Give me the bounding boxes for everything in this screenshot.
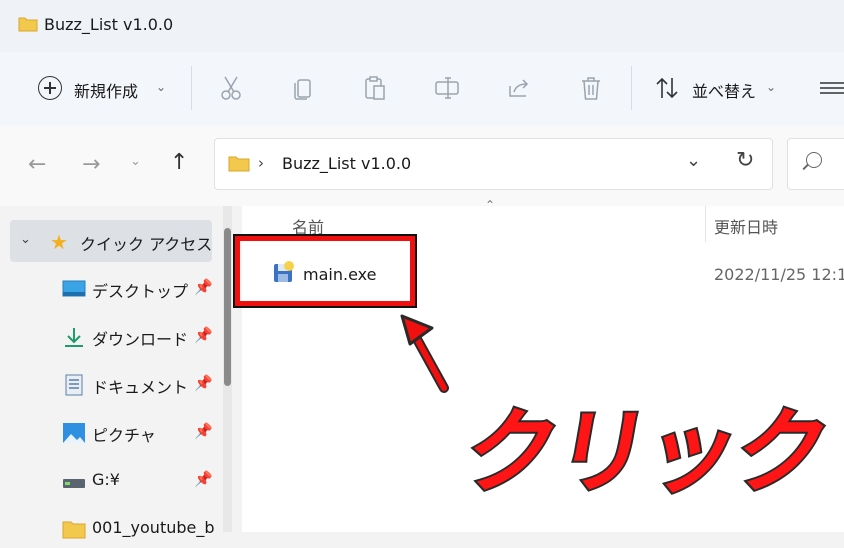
pin-icon[interactable]: 📌 — [194, 470, 213, 488]
sidebar-item-label: デスクトップ — [92, 282, 189, 301]
download-icon — [65, 328, 83, 347]
toolbar-divider — [191, 66, 192, 110]
rename-icon[interactable] — [434, 74, 460, 102]
new-button-label: 新規作成 — [74, 82, 139, 101]
address-path[interactable]: Buzz_List v1.0.0 — [282, 154, 411, 173]
sidebar-item-label: 001_youtube_b — [92, 518, 215, 537]
sidebar-item-folder[interactable]: 001_youtube_b — [62, 512, 222, 548]
delete-icon[interactable] — [578, 74, 604, 102]
paste-icon[interactable] — [362, 74, 388, 102]
copy-icon[interactable] — [290, 74, 316, 102]
pin-icon[interactable]: 📌 — [194, 374, 213, 392]
pin-icon[interactable]: 📌 — [194, 422, 213, 440]
sort-button-label: 並べ替え — [692, 82, 757, 101]
chevron-down-icon[interactable]: ⌄ — [130, 154, 141, 169]
highlight-box — [233, 234, 417, 308]
sort-ascending-icon: ⌃ — [485, 198, 496, 212]
refresh-icon[interactable]: ↻ — [736, 148, 754, 173]
back-arrow-icon[interactable]: ← — [28, 152, 46, 177]
pin-icon[interactable]: 📌 — [194, 278, 213, 296]
star-icon: ★ — [50, 230, 68, 254]
view-icon[interactable] — [818, 74, 844, 102]
folder-icon — [62, 521, 86, 539]
column-header-name[interactable]: 名前 — [292, 214, 324, 238]
share-icon[interactable] — [506, 74, 532, 102]
sidebar-item-documents[interactable]: ドキュメント 📌 — [62, 368, 222, 404]
cut-icon[interactable] — [218, 74, 244, 102]
annotation-arrow-icon — [400, 314, 449, 393]
column-divider[interactable] — [705, 206, 706, 242]
chevron-down-icon: ⌄ — [766, 80, 777, 94]
up-arrow-icon[interactable]: ↑ — [170, 150, 188, 175]
sidebar-item-downloads[interactable]: ダウンロード 📌 — [62, 320, 222, 356]
pin-icon[interactable]: 📌 — [194, 326, 213, 344]
click-annotation-label: クリック — [455, 397, 838, 508]
sidebar-item-pictures[interactable]: ピクチャ 📌 — [62, 416, 222, 452]
file-modified: 2022/11/25 12:1 — [714, 265, 844, 284]
chevron-right-icon: › — [258, 154, 264, 172]
sidebar-item-label: クイック アクセス — [80, 235, 213, 254]
folder-icon — [228, 156, 250, 172]
pictures-icon — [63, 423, 85, 443]
drive-icon — [63, 479, 85, 488]
toolbar-divider — [631, 66, 632, 110]
sidebar-item-desktop[interactable]: デスクトップ 📌 — [62, 272, 222, 308]
sidebar-item-drive-g[interactable]: G:¥ 📌 — [62, 464, 222, 500]
sidebar-item-label: G:¥ — [92, 470, 120, 489]
search-icon — [806, 152, 822, 168]
document-icon — [65, 374, 83, 396]
chevron-down-icon[interactable]: ⌄ — [20, 232, 31, 247]
folder-icon — [18, 17, 38, 32]
forward-arrow-icon[interactable]: → — [82, 152, 100, 177]
column-header-modified[interactable]: 更新日時 — [714, 214, 778, 238]
plus-circle-icon — [38, 76, 62, 100]
scrollbar-thumb[interactable] — [224, 228, 231, 386]
desktop-icon — [62, 280, 86, 297]
sidebar-item-label: ピクチャ — [92, 426, 156, 445]
sidebar-item-label: ドキュメント — [92, 378, 189, 397]
chevron-down-icon[interactable]: ⌄ — [686, 150, 701, 171]
chevron-down-icon: ⌄ — [156, 80, 167, 94]
sort-icon — [656, 77, 678, 99]
sidebar-item-label: ダウンロード — [92, 330, 189, 349]
window-title: Buzz_List v1.0.0 — [44, 15, 174, 34]
